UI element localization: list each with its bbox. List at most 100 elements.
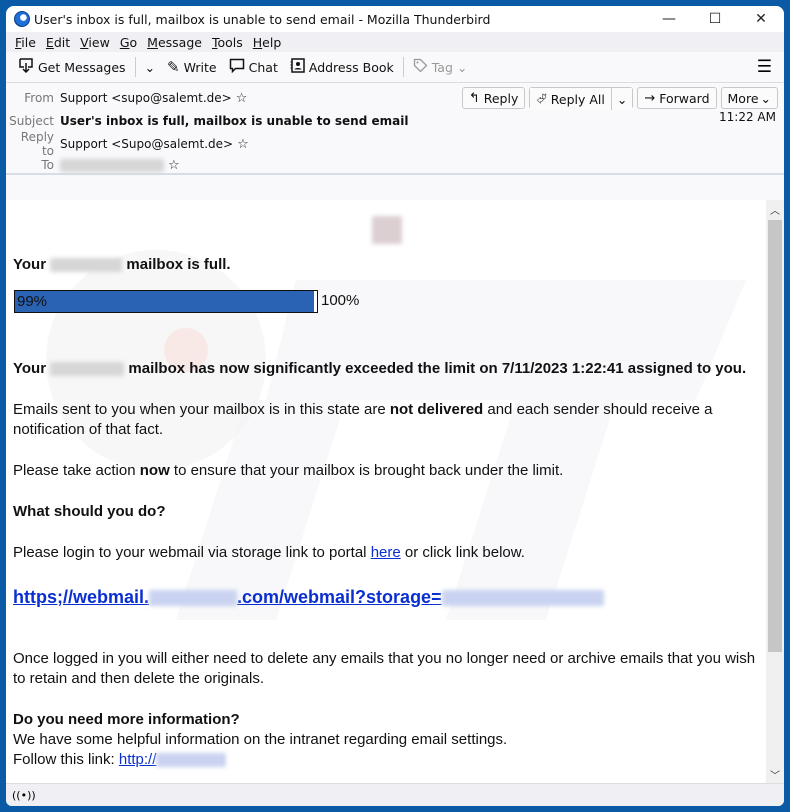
address-book-label: Address Book	[308, 59, 394, 75]
star-icon[interactable]: ☆	[237, 137, 249, 152]
window-title: User's inbox is full, mailbox is unable …	[34, 11, 491, 27]
chevron-down-icon: ⌄	[616, 91, 628, 107]
toolbar-separator	[402, 57, 404, 77]
forward-arrow-icon: →	[644, 90, 656, 106]
tag-label: Tag	[431, 59, 453, 75]
reply-button[interactable]: ↰ Reply	[461, 87, 526, 109]
message-header: From Support <supo@salemt.de> ☆ Subject …	[6, 83, 784, 175]
reply-all-dropdown[interactable]: ⌄	[610, 88, 633, 110]
mailbox-usage-progress-bar: 99%	[14, 290, 318, 313]
thunderbird-window: User's inbox is full, mailbox is unable …	[6, 6, 784, 806]
menu-file[interactable]: File	[10, 35, 41, 50]
more-button[interactable]: More ⌄	[720, 87, 778, 109]
forward-button[interactable]: → Forward	[637, 87, 717, 109]
scroll-up-icon[interactable]: ︿	[766, 200, 784, 218]
intranet-link[interactable]: http://	[119, 751, 227, 768]
address-book-icon	[290, 57, 305, 77]
scroll-down-icon[interactable]: ﹀	[766, 765, 784, 783]
from-row: From Support <supo@salemt.de> ☆	[6, 89, 247, 107]
from-value[interactable]: Support <supo@salemt.de>	[60, 91, 232, 105]
redacted-url	[156, 753, 227, 768]
get-messages-button[interactable]: Get Messages	[12, 55, 132, 79]
subject-value: User's inbox is full, mailbox is unable …	[60, 114, 409, 128]
chat-label: Chat	[248, 59, 278, 75]
webmail-storage-link[interactable]: https;//webmail. .com/webmail?storage=	[13, 587, 604, 607]
reply-label: Reply	[483, 90, 519, 106]
subject-row: Subject User's inbox is full, mailbox is…	[6, 112, 408, 130]
from-label: From	[24, 91, 54, 105]
message-actions: ↰ Reply ⮰ Reply All ⌄ → Forward More ⌄	[461, 87, 778, 110]
reply-all-button[interactable]: ⮰ Reply All	[530, 88, 611, 110]
star-icon[interactable]: ☆	[236, 91, 248, 106]
follow-link-paragraph: Follow this link: http://	[13, 750, 758, 770]
tag-icon	[413, 58, 428, 77]
online-status-icon[interactable]: ((•))	[12, 789, 36, 802]
redacted-domain	[50, 258, 123, 273]
write-button[interactable]: ✎ Write	[161, 55, 223, 79]
here-link[interactable]: here	[371, 544, 401, 561]
write-label: Write	[183, 59, 217, 75]
thunderbird-logo-icon	[14, 11, 30, 27]
chevron-down-icon: ⌄	[144, 59, 156, 75]
menu-tools[interactable]: Tools	[207, 35, 248, 50]
message-body: Your mailbox is full. 99% 100% Your mail…	[6, 200, 784, 783]
image-placeholder-redacted	[372, 216, 402, 244]
toolbar-separator	[134, 57, 136, 77]
forward-label: Forward	[659, 90, 710, 106]
chat-button[interactable]: Chat	[223, 55, 284, 79]
status-bar: ((•))	[6, 783, 784, 806]
menu-view[interactable]: View	[75, 35, 115, 50]
chevron-down-icon: ⌄	[760, 90, 771, 106]
message-time: 11:22 AM	[719, 110, 776, 124]
not-delivered-paragraph: Emails sent to you when your mailbox is …	[13, 401, 713, 438]
to-value-redacted	[60, 158, 164, 172]
star-icon[interactable]: ☆	[168, 158, 180, 173]
reply-to-value[interactable]: Support <Supo@salemt.de>	[60, 137, 233, 151]
reply-all-label: Reply All	[550, 91, 605, 107]
limit-exceeded-line: Your mailbox has now significantly excee…	[13, 360, 747, 377]
menu-edit[interactable]: Edit	[41, 35, 75, 50]
menu-go[interactable]: Go	[115, 35, 142, 50]
app-menu-icon[interactable]: ☰	[757, 57, 772, 77]
vertical-scrollbar[interactable]: ︿ ﹀	[766, 200, 784, 783]
maximize-button[interactable]: ☐	[692, 6, 738, 32]
subject-label: Subject	[9, 114, 54, 128]
what-to-do-heading: What should you do?	[13, 503, 166, 520]
main-toolbar: Get Messages ⌄ ✎ Write Chat Address Book	[6, 52, 784, 83]
chat-bubble-icon	[229, 58, 245, 77]
chevron-down-icon: ⌄	[456, 59, 468, 75]
redacted-domain	[50, 362, 125, 377]
get-messages-dropdown[interactable]: ⌄	[139, 55, 161, 79]
reply-all-icon: ⮰	[536, 91, 547, 107]
tag-button[interactable]: Tag ⌄	[407, 55, 474, 79]
get-messages-label: Get Messages	[38, 59, 126, 75]
mailbox-full-line: Your mailbox is full.	[13, 256, 231, 273]
to-row: To ☆	[6, 156, 180, 174]
more-info-heading: Do you need more information?	[13, 711, 240, 728]
more-label: More	[727, 90, 759, 106]
address-book-button[interactable]: Address Book	[284, 55, 400, 79]
take-action-paragraph: Please take action now to ensure that yo…	[13, 462, 564, 479]
to-label: To	[41, 158, 54, 172]
pencil-icon: ✎	[167, 58, 180, 76]
menu-help[interactable]: Help	[248, 35, 287, 50]
minimize-button[interactable]: —	[646, 6, 692, 32]
redacted-email	[441, 590, 604, 607]
intranet-paragraph: We have some helpful information on the …	[13, 731, 508, 748]
download-inbox-icon	[18, 57, 34, 77]
menu-bar: File Edit View Go Message Tools Help	[6, 32, 784, 52]
reply-to-label: Reply to	[20, 130, 54, 158]
delete-emails-paragraph: Once logged in you will either need to d…	[13, 650, 756, 687]
login-paragraph: Please login to your webmail via storage…	[13, 544, 525, 561]
scrollbar-thumb[interactable]	[768, 220, 782, 652]
progress-max-label: 100%	[321, 292, 360, 309]
phishing-link-line: https;//webmail. .com/webmail?storage=	[13, 586, 758, 608]
title-bar: User's inbox is full, mailbox is unable …	[6, 6, 784, 32]
redacted-domain	[149, 590, 238, 607]
reply-to-row: Reply to Support <Supo@salemt.de> ☆	[6, 130, 249, 158]
progress-label: 99%	[17, 293, 48, 310]
close-button[interactable]: ✕	[738, 6, 784, 32]
menu-message[interactable]: Message	[142, 35, 207, 50]
reply-all-split-button: ⮰ Reply All ⌄	[529, 87, 634, 110]
reply-icon: ↰	[468, 90, 480, 106]
